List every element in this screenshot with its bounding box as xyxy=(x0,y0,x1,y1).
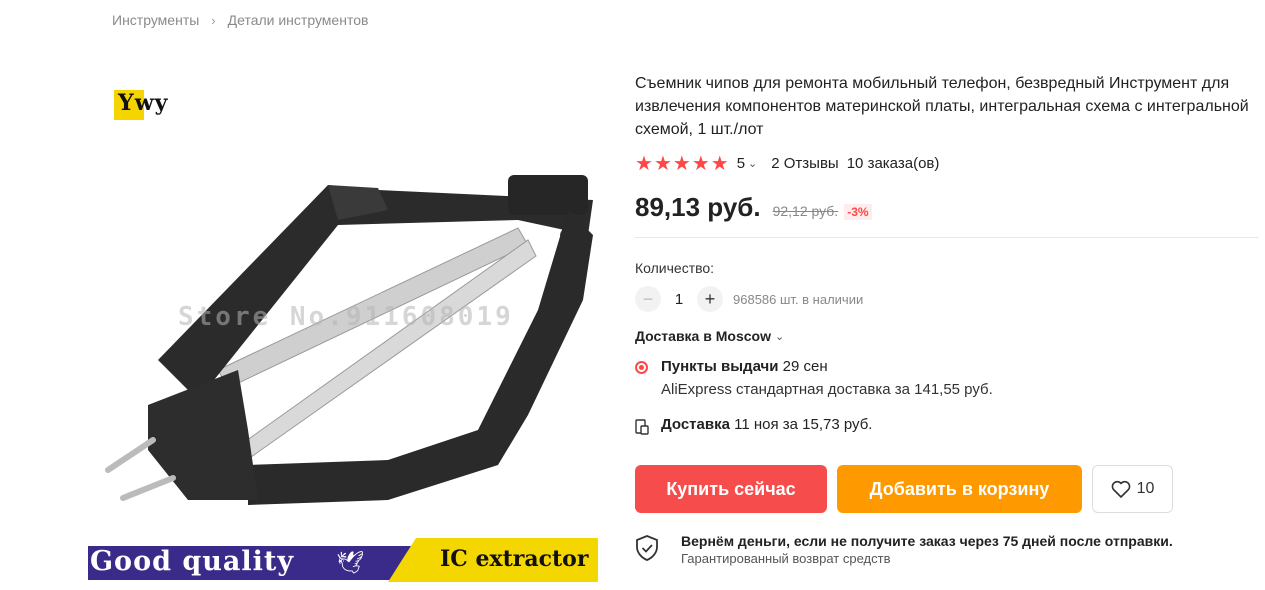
breadcrumb-item-tool-parts[interactable]: Детали инструментов xyxy=(228,12,369,28)
product-title: Съемник чипов для ремонта мобильный теле… xyxy=(635,75,1249,138)
stock-count: 968586 шт. в наличии xyxy=(733,291,864,307)
quantity-decrease-button[interactable]: − xyxy=(635,286,661,312)
orders-count: 10 заказа(ов) xyxy=(846,155,940,172)
action-buttons: Купить сейчас Добавить в корзину 10 xyxy=(635,465,1265,513)
chevron-down-icon[interactable]: ⌄ xyxy=(748,157,757,170)
star-icon: ★ xyxy=(691,153,710,175)
courier-info: 11 ноя за 15,73 руб. xyxy=(734,416,873,433)
breadcrumb-item-tools[interactable]: Инструменты xyxy=(112,12,199,28)
divider xyxy=(635,237,1259,238)
pickup-date: 29 сен xyxy=(782,358,828,375)
chevron-down-icon: ⌄ xyxy=(774,330,785,343)
pickup-shipping-info: AliExpress стандартная доставка за 141,5… xyxy=(661,381,993,398)
chevron-right-icon: › xyxy=(211,12,216,28)
quantity-increase-button[interactable]: + xyxy=(697,286,723,312)
price-row: 89,13 руб. 92,12 руб. -3% xyxy=(635,192,1265,223)
watermark: Store No.911608019 xyxy=(178,302,514,332)
quantity-value[interactable]: 1 xyxy=(661,291,697,308)
current-price: 89,13 руб. xyxy=(635,192,761,222)
pickup-title: Пункты выдачи xyxy=(661,358,779,375)
star-icon: ★ xyxy=(672,153,691,175)
reviews-link[interactable]: 2 Отзывы xyxy=(771,155,838,172)
star-icon: ★ xyxy=(635,153,653,175)
courier-title: Доставка xyxy=(661,416,730,433)
rating-value[interactable]: 5 xyxy=(737,155,745,172)
buy-now-button[interactable]: Купить сейчас xyxy=(635,465,827,513)
breadcrumb: Инструменты › Детали инструментов xyxy=(112,12,368,28)
quantity-stepper: − 1 + 968586 шт. в наличии xyxy=(635,286,1265,312)
heart-icon xyxy=(1111,480,1130,498)
delivery-box-icon xyxy=(635,419,649,435)
radio-selected-icon[interactable] xyxy=(635,361,648,374)
delivery-location-selector[interactable]: Доставка в Moscow ⌄ xyxy=(635,328,1265,344)
product-info: Съемник чипов для ремонта мобильный теле… xyxy=(635,72,1265,566)
promo-banner: Good quality 🕊 IC extractor xyxy=(88,538,598,582)
quantity-label: Количество: xyxy=(635,260,715,276)
banner-good-quality: Good quality xyxy=(90,546,295,577)
star-icon: ★ xyxy=(710,153,729,175)
discount-badge: -3% xyxy=(844,204,872,220)
banner-ic-extractor: IC extractor xyxy=(440,546,589,572)
old-price: 92,12 руб. xyxy=(772,203,839,219)
delivery-option-pickup[interactable]: Пункты выдачи 29 сен AliExpress стандарт… xyxy=(635,358,1265,398)
buyer-protection: Вернём деньги, если не получите заказ че… xyxy=(635,533,1265,566)
delivery-location-label: Доставка в Moscow xyxy=(635,328,771,344)
shield-check-icon xyxy=(636,535,658,561)
star-icon: ★ xyxy=(653,153,672,175)
rating-stars: ★ ★ ★ ★ ★ xyxy=(635,151,729,176)
wishlist-count: 10 xyxy=(1136,480,1155,497)
add-to-cart-button[interactable]: Добавить в корзину xyxy=(837,465,1082,513)
delivery-option-courier[interactable]: Доставка 11 ноя за 15,73 руб. xyxy=(635,416,1265,435)
rating-row: ★ ★ ★ ★ ★ 5 ⌄ 2 Отзывы 10 заказа(ов) xyxy=(635,151,1265,176)
guarantee-title: Вернём деньги, если не получите заказ че… xyxy=(681,533,1173,549)
guarantee-subtitle: Гарантированный возврат средств xyxy=(681,551,891,566)
product-image[interactable]: Ywy Store No.911608019 Good quality 🕊 IC… xyxy=(88,70,598,585)
wishlist-button[interactable]: 10 xyxy=(1092,465,1173,513)
bird-icon: 🕊 xyxy=(336,550,364,575)
